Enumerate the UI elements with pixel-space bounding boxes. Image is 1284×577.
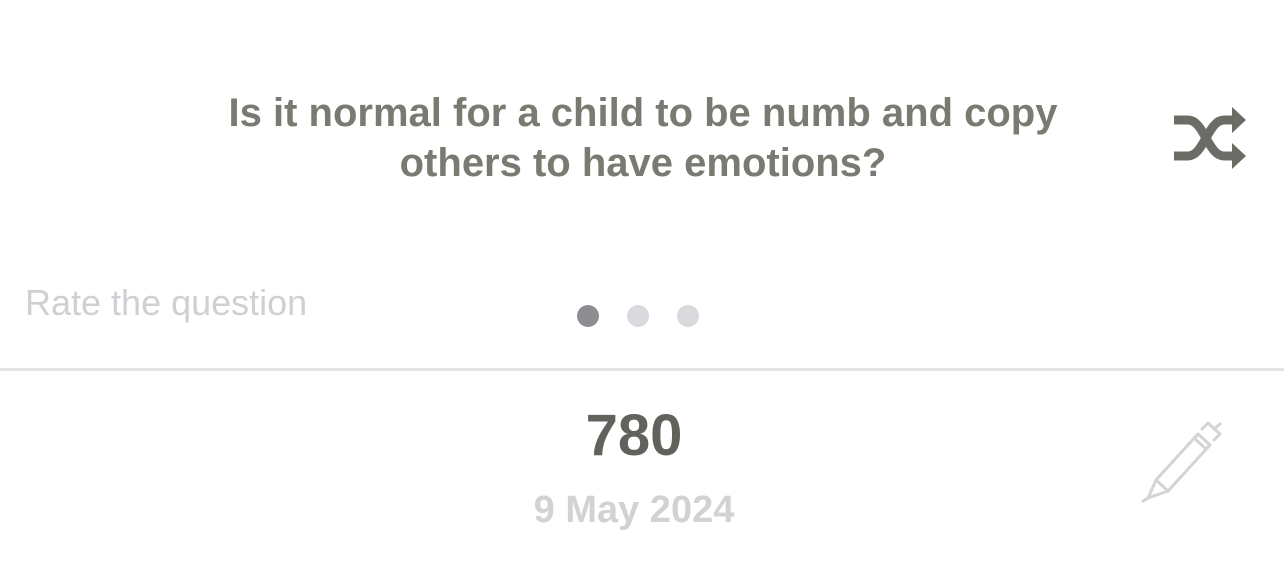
divider: [0, 368, 1284, 371]
page-dot-3[interactable]: [677, 305, 699, 327]
pencil-icon: [1141, 421, 1222, 503]
question-text: Is it normal for a child to be numb and …: [228, 91, 1058, 185]
shuffle-button[interactable]: [1170, 103, 1250, 173]
edit-button[interactable]: [1136, 420, 1226, 506]
question-number: 780: [585, 403, 683, 468]
rate-question-label[interactable]: Rate the question: [25, 282, 307, 324]
page-indicator[interactable]: [577, 305, 699, 327]
shuffle-icon: [1174, 107, 1246, 169]
page-dot-2[interactable]: [627, 305, 649, 327]
question-date: 9 May 2024: [533, 489, 735, 531]
page-dot-1[interactable]: [577, 305, 599, 327]
